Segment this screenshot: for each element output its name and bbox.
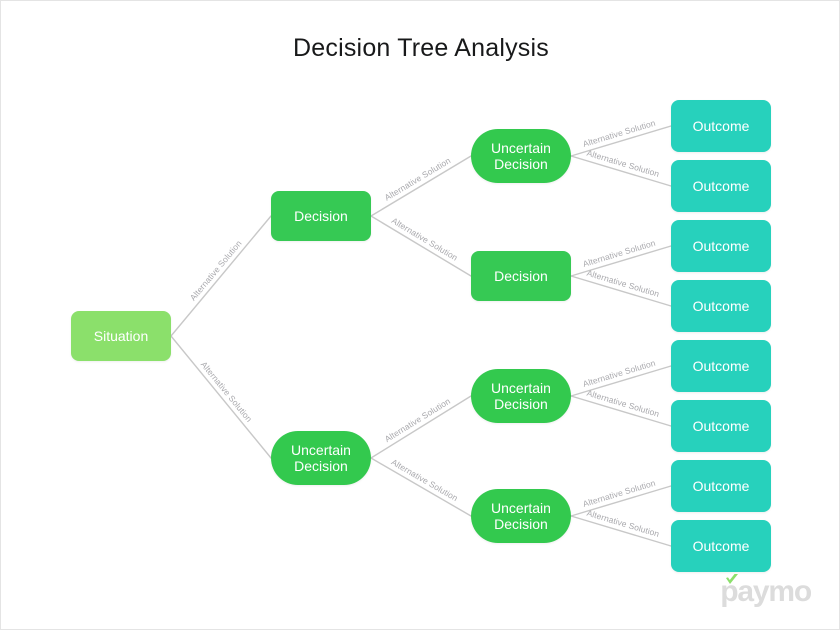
- node-uncertain-n6[interactable]: Uncertain Decision: [471, 489, 571, 543]
- edge-label: Alternative Solution: [187, 238, 244, 303]
- edge-label: Alternative Solution: [581, 237, 657, 269]
- node-label: Decision: [494, 267, 548, 284]
- edge-label: Alternative Solution: [585, 387, 661, 419]
- node-label: Outcome: [692, 117, 750, 134]
- node-label: Outcome: [692, 417, 750, 434]
- node-outcome-o6[interactable]: Outcome: [671, 400, 771, 452]
- edge-n0-n1: [170, 215, 272, 337]
- check-icon: [726, 574, 739, 584]
- node-outcome-o8[interactable]: Outcome: [671, 520, 771, 572]
- node-outcome-o7[interactable]: Outcome: [671, 460, 771, 512]
- node-label: Outcome: [692, 297, 750, 314]
- edge-label: Alternative Solution: [581, 357, 657, 389]
- node-decision-n1[interactable]: Decision: [271, 191, 371, 241]
- edge-n2-n6: [370, 457, 472, 517]
- edge-n1-n4: [370, 215, 472, 277]
- node-outcome-o4[interactable]: Outcome: [671, 280, 771, 332]
- edge-label: Alternative Solution: [198, 359, 255, 424]
- edge-label: Alternative Solution: [585, 147, 661, 179]
- node-label: Outcome: [692, 537, 750, 554]
- node-situation-n0[interactable]: Situation: [71, 311, 171, 361]
- edge-label: Alternative Solution: [585, 267, 661, 299]
- node-label: Uncertain Decision: [491, 139, 551, 172]
- node-label: Outcome: [692, 177, 750, 194]
- edge-n1-n3: [370, 155, 472, 217]
- paymo-logo: paymo: [720, 574, 812, 607]
- edge-label: Alternative Solution: [581, 117, 657, 149]
- edge-label: Alternative Solution: [581, 477, 657, 509]
- node-label: Uncertain Decision: [491, 499, 551, 532]
- node-label: Outcome: [692, 357, 750, 374]
- node-outcome-o1[interactable]: Outcome: [671, 100, 771, 152]
- node-uncertain-n2[interactable]: Uncertain Decision: [271, 431, 371, 485]
- edge-n2-n5: [370, 395, 472, 459]
- node-label: Uncertain Decision: [491, 379, 551, 412]
- edge-label: Alternative Solution: [382, 395, 453, 445]
- node-uncertain-n3[interactable]: Uncertain Decision: [471, 129, 571, 183]
- edge-label: Alternative Solution: [389, 215, 460, 263]
- node-uncertain-n5[interactable]: Uncertain Decision: [471, 369, 571, 423]
- node-decision-n4[interactable]: Decision: [471, 251, 571, 301]
- page-title: Decision Tree Analysis: [293, 34, 549, 62]
- node-outcome-o3[interactable]: Outcome: [671, 220, 771, 272]
- node-outcome-o2[interactable]: Outcome: [671, 160, 771, 212]
- node-label: Outcome: [692, 237, 750, 254]
- edge-label: Alternative Solution: [585, 507, 661, 539]
- diagram-canvas: Decision Tree Analysis Situation Decision…: [0, 0, 840, 630]
- node-label: Uncertain Decision: [291, 441, 351, 474]
- edge-label: Alternative Solution: [389, 456, 460, 504]
- edge-n0-n2: [170, 335, 272, 459]
- node-label: Outcome: [692, 477, 750, 494]
- node-outcome-o5[interactable]: Outcome: [671, 340, 771, 392]
- edge-label: Alternative Solution: [382, 155, 453, 203]
- node-label: Decision: [294, 207, 348, 224]
- node-label: Situation: [93, 327, 149, 344]
